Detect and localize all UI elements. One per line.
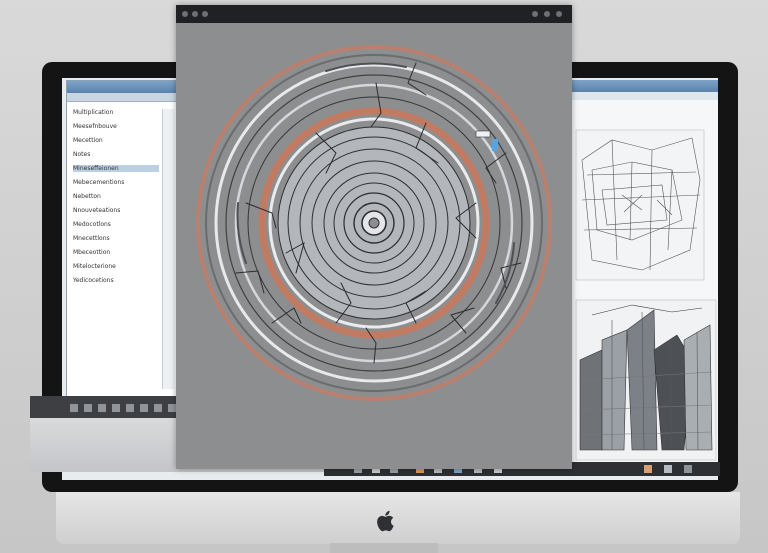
cityscape-sketch bbox=[575, 299, 717, 461]
left-window-toolbar bbox=[67, 93, 177, 102]
sketch-panels bbox=[575, 129, 717, 461]
window-control-icon[interactable] bbox=[544, 11, 550, 17]
list-item[interactable]: Mbeceottion bbox=[73, 249, 159, 256]
apple-logo-icon bbox=[377, 510, 394, 532]
center-window-titlebar[interactable] bbox=[176, 5, 572, 23]
window-control-icon[interactable] bbox=[556, 11, 562, 17]
close-button[interactable] bbox=[182, 11, 188, 17]
list-item[interactable]: Mnecettlons bbox=[73, 235, 159, 242]
left-window-titlebar[interactable] bbox=[67, 81, 177, 93]
left-list-window: Multiplication Meesefnbouve Mecettion No… bbox=[66, 80, 178, 402]
list-item-selected[interactable]: Mineseffeionen bbox=[73, 165, 159, 172]
left-list: Multiplication Meesefnbouve Mecettion No… bbox=[73, 109, 159, 291]
app-icon[interactable] bbox=[644, 465, 652, 473]
window-control-icon[interactable] bbox=[532, 11, 538, 17]
list-item[interactable]: Mitelocterione bbox=[73, 263, 159, 270]
center-drawing-window bbox=[176, 5, 572, 469]
monitor-chin bbox=[56, 492, 740, 544]
list-item[interactable]: Notes bbox=[73, 151, 159, 158]
zoom-button[interactable] bbox=[202, 11, 208, 17]
list-item[interactable]: Nnouveteations bbox=[73, 207, 159, 214]
list-item[interactable]: Nebetton bbox=[73, 193, 159, 200]
list-item[interactable]: Mebecementions bbox=[73, 179, 159, 186]
left-window-scrollbar[interactable] bbox=[162, 109, 175, 389]
list-item[interactable]: Multiplication bbox=[73, 109, 159, 116]
list-item[interactable]: Yedicocetions bbox=[73, 277, 159, 284]
list-item[interactable]: Mecettion bbox=[73, 137, 159, 144]
list-item[interactable]: Meesefnbouve bbox=[73, 123, 159, 130]
right-sketch-window bbox=[572, 80, 718, 472]
architectural-sketch bbox=[575, 129, 705, 281]
app-icon[interactable] bbox=[684, 465, 692, 473]
monitor-stand bbox=[330, 543, 438, 553]
minimize-button[interactable] bbox=[192, 11, 198, 17]
circular-drawing bbox=[196, 45, 552, 401]
app-icon[interactable] bbox=[664, 465, 672, 473]
right-window-toolbar bbox=[572, 92, 718, 100]
list-item[interactable]: Medocotlons bbox=[73, 221, 159, 228]
right-window-titlebar[interactable] bbox=[572, 80, 718, 92]
